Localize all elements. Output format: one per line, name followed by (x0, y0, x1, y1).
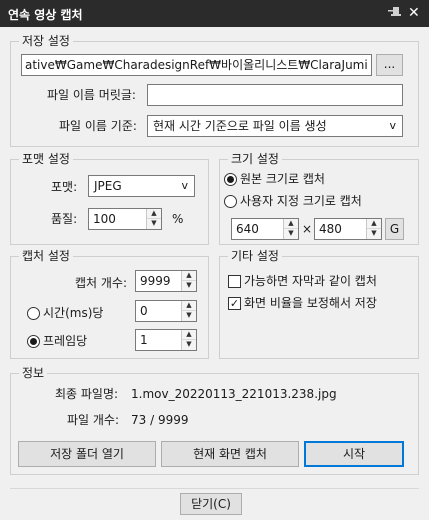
original-size-radio[interactable] (224, 173, 237, 186)
width-stepper[interactable]: 640 ▲ ▼ (231, 218, 299, 240)
other-settings-legend: 기타 설정 (228, 249, 282, 263)
format-select-value: JPEG (94, 179, 122, 193)
last-file-value: 1.mov_20220113_221013.238.jpg (131, 387, 337, 401)
interval-value: 0 (140, 304, 148, 318)
file-count-label: 파일 개수: (67, 413, 120, 427)
interval-stepper[interactable]: 0 ▲ ▼ (135, 300, 197, 322)
window-title: 연속 영상 캡처 (8, 8, 83, 22)
custom-size-radio[interactable] (224, 195, 237, 208)
spin-up-icon[interactable]: ▲ (367, 219, 381, 229)
quality-label: 품질: (51, 212, 78, 226)
capture-settings-legend: 캡처 설정 (19, 249, 73, 263)
prefix-label: 파일 이름 머릿글: (47, 88, 136, 102)
spin-up-icon[interactable]: ▲ (182, 301, 196, 311)
frame-stepper[interactable]: 1 ▲ ▼ (135, 329, 197, 351)
chevron-down-icon: v (389, 119, 396, 132)
interval-radio[interactable] (27, 307, 40, 320)
close-icon[interactable]: ✕ (408, 4, 420, 22)
frame-label[interactable]: 프레임당 (43, 333, 87, 349)
ratio-checkbox[interactable]: ✓ (228, 297, 241, 310)
frame-value: 1 (140, 333, 148, 347)
spin-down-icon[interactable]: ▼ (367, 229, 381, 239)
naming-select-value: 현재 시간 기준으로 파일 이름 생성 (153, 119, 327, 133)
title-bar: 연속 영상 캡처 ✕ (0, 0, 429, 27)
pin-icon[interactable] (386, 4, 402, 22)
close-button[interactable]: 닫기(C) (180, 493, 242, 515)
get-size-button[interactable]: G (385, 218, 404, 240)
spin-up-icon[interactable]: ▲ (182, 330, 196, 340)
open-folder-button[interactable]: 저장 폴더 열기 (18, 441, 156, 467)
spin-down-icon[interactable]: ▼ (147, 219, 161, 229)
spin-down-icon[interactable]: ▼ (284, 229, 298, 239)
capture-now-button[interactable]: 현재 화면 캡처 (161, 441, 299, 467)
spin-down-icon[interactable]: ▼ (182, 340, 196, 350)
info-legend: 정보 (19, 366, 48, 380)
height-value: 480 (319, 222, 342, 236)
save-settings-legend: 저장 설정 (19, 34, 73, 48)
bottom-divider (10, 488, 419, 489)
frame-radio[interactable] (27, 335, 40, 348)
spin-up-icon[interactable]: ▲ (182, 271, 196, 281)
file-count-value: 73 / 9999 (131, 413, 189, 427)
size-settings-legend: 크기 설정 (228, 152, 282, 166)
close-button-label: 닫기(C) (191, 497, 231, 511)
start-button[interactable]: 시작 (304, 441, 404, 467)
format-select[interactable]: JPEG v (88, 175, 195, 197)
prefix-field[interactable] (147, 84, 403, 106)
interval-label[interactable]: 시간(ms)당 (43, 305, 103, 321)
spin-up-icon[interactable]: ▲ (284, 219, 298, 229)
quality-value: 100 (93, 212, 116, 226)
naming-select[interactable]: 현재 시간 기준으로 파일 이름 생성 v (147, 115, 403, 137)
naming-label: 파일 이름 기준: (59, 119, 137, 133)
custom-size-label[interactable]: 사용자 지정 크기로 캡처 (240, 193, 362, 209)
format-label: 포맷: (51, 180, 78, 194)
spin-down-icon[interactable]: ▼ (182, 311, 196, 321)
count-value: 9999 (140, 274, 171, 288)
quality-stepper[interactable]: 100 ▲ ▼ (88, 208, 162, 230)
spin-down-icon[interactable]: ▼ (182, 281, 196, 291)
spin-up-icon[interactable]: ▲ (147, 209, 161, 219)
subtitle-label[interactable]: 가능하면 자막과 같이 캡처 (244, 273, 377, 289)
save-path-field[interactable]: ative₩Game₩CharadesignRef₩바이올리니스트₩ClaraJ… (21, 54, 372, 76)
height-stepper[interactable]: 480 ▲ ▼ (314, 218, 382, 240)
count-stepper[interactable]: 9999 ▲ ▼ (135, 270, 197, 292)
times-sign: × (302, 222, 313, 236)
count-label: 캡처 개수: (75, 276, 128, 290)
format-settings-group: 포맷 설정 (10, 152, 209, 245)
width-value: 640 (236, 222, 259, 236)
ratio-label[interactable]: 화면 비율을 보정해서 저장 (244, 295, 377, 311)
quality-unit: % (172, 212, 184, 226)
chevron-down-icon: v (181, 179, 188, 192)
browse-button[interactable]: ... (376, 54, 403, 76)
subtitle-checkbox[interactable] (228, 275, 241, 288)
original-size-label[interactable]: 원본 크기로 캡처 (240, 171, 325, 187)
format-settings-legend: 포맷 설정 (19, 152, 73, 166)
last-file-label: 최종 파일명: (55, 387, 119, 401)
